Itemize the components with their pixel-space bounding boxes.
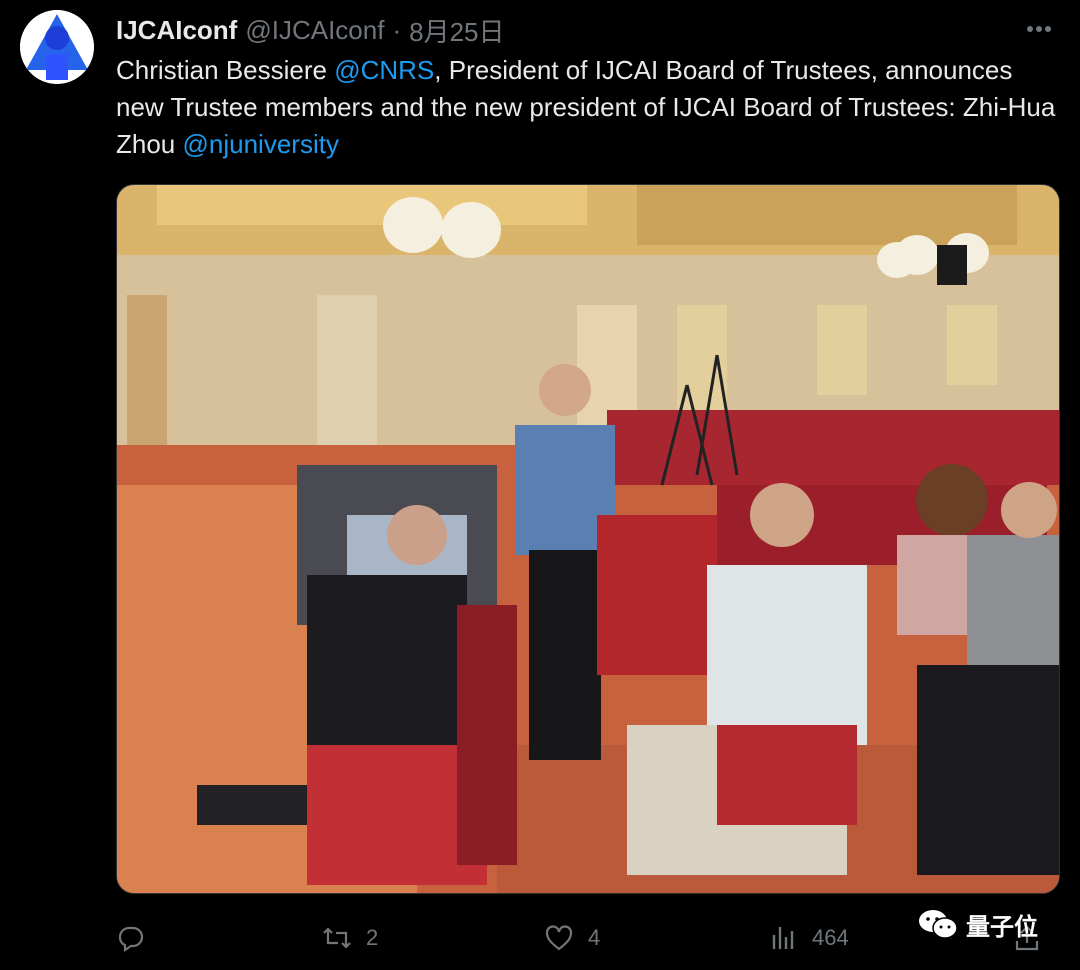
views-button[interactable]: 464 — [768, 923, 849, 953]
wechat-watermark: 量子位 — [918, 904, 1038, 944]
watermark-label: 量子位 — [966, 913, 1038, 941]
views-count: 464 — [812, 925, 849, 950]
conference-hall-photo — [117, 185, 1059, 893]
tweet-text: Christian Bessiere @CNRS, President of I… — [116, 52, 1060, 163]
wechat-icon — [919, 910, 958, 939]
retweet-count: 2 — [366, 925, 379, 950]
mention-link-njuniversity[interactable]: @njuniversity — [183, 129, 339, 159]
tweet-header: IJCAIconf @IJCAIconf · 8月25日 — [116, 12, 505, 49]
heart-icon — [545, 925, 573, 951]
ijcai-logo-icon — [20, 10, 94, 84]
more-horizontal-icon — [1027, 26, 1051, 32]
views-icon — [772, 927, 794, 949]
retweet-icon — [323, 927, 351, 949]
avatar[interactable] — [20, 10, 94, 84]
like-button[interactable]: 4 — [544, 923, 600, 953]
tweet-date[interactable]: 8月25日 — [409, 12, 504, 49]
tweet-photo[interactable] — [116, 184, 1060, 894]
author-name[interactable]: IJCAIconf — [116, 15, 237, 46]
header-separator: · — [392, 14, 402, 45]
tweet-actions: 2 4 464 — [116, 918, 1046, 958]
mention-link-cnrs[interactable]: @CNRS — [334, 55, 434, 85]
like-count: 4 — [588, 925, 601, 950]
retweet-button[interactable]: 2 — [322, 923, 378, 953]
tweet-text-segment: Christian Bessiere — [116, 55, 335, 85]
reply-button[interactable] — [116, 923, 160, 953]
author-handle[interactable]: @IJCAIconf — [245, 15, 384, 46]
reply-icon — [118, 926, 144, 953]
more-options-button[interactable] — [1022, 14, 1056, 44]
